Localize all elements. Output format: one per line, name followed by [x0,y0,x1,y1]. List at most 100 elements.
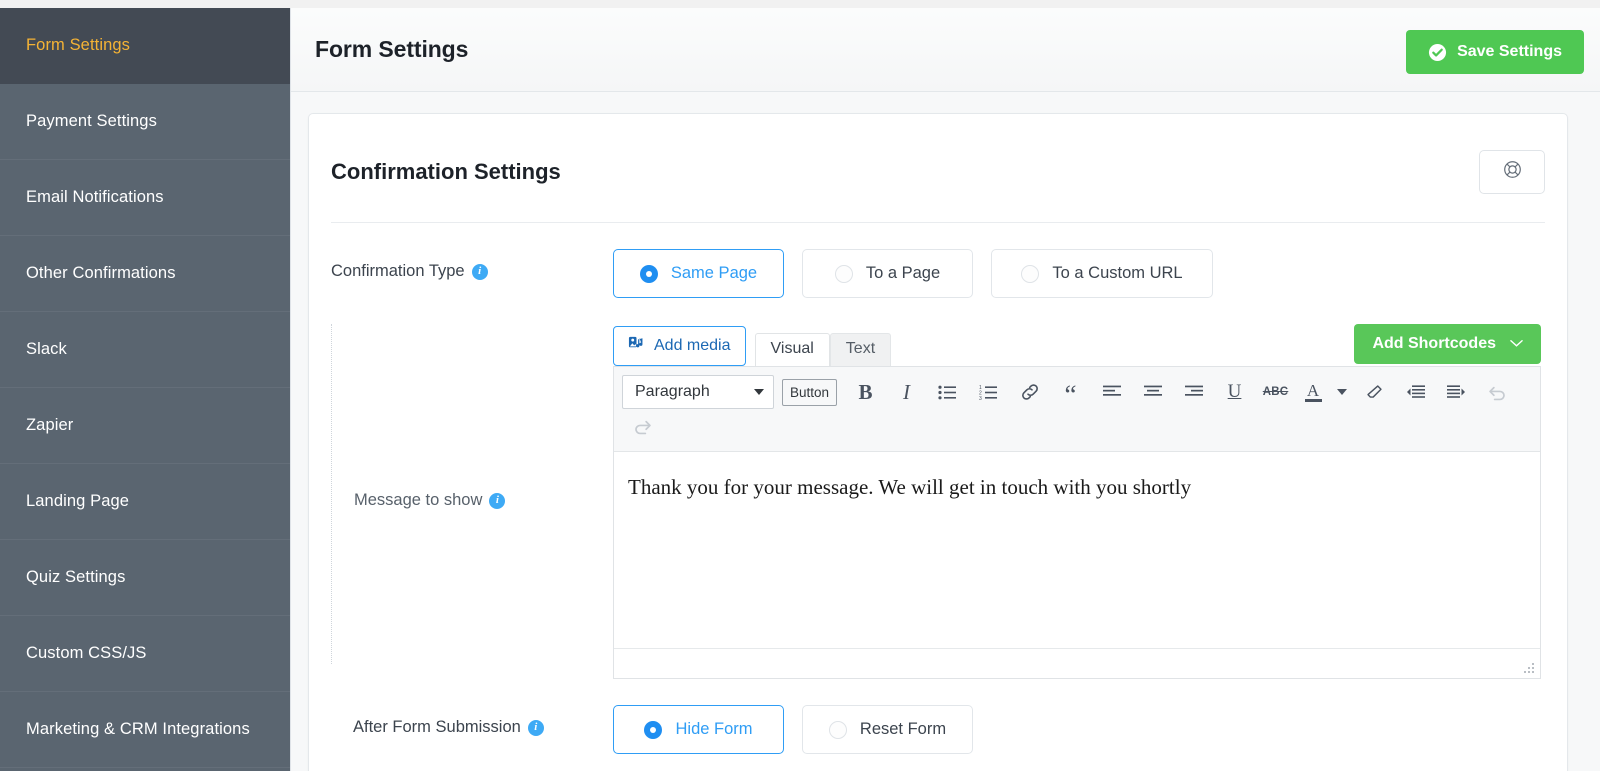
radio-option-label: Hide Form [675,720,752,739]
editor-top-bar: Add media VisualText Add Shortcodes [613,324,1541,366]
sidebar-item-label: Quiz Settings [26,568,125,587]
sidebar-item-label: Form Settings [26,36,130,55]
sidebar-item-label: Marketing & CRM Integrations [26,720,250,739]
sidebar-item-label: Email Notifications [26,188,164,207]
page-title: Form Settings [315,36,468,63]
confirmation-type-label: Confirmation Type [331,262,465,281]
save-settings-button[interactable]: Save Settings [1406,30,1584,74]
align-center-icon[interactable] [1132,376,1173,409]
radio-option-label: Same Page [671,264,757,283]
editor-mode-tabs: VisualText [755,333,892,366]
radio-option-to-a-page[interactable]: To a Page [802,249,973,298]
add-shortcodes-button[interactable]: Add Shortcodes [1354,324,1541,364]
editor-column: Add media VisualText Add Shortcodes [613,324,1545,679]
sidebar-item-landing-page[interactable]: Landing Page [0,464,290,540]
italic-icon[interactable]: I [886,376,927,409]
content-frame: Form Settings Save Settings Confirmation… [290,8,1600,771]
life-ring-icon [1503,160,1522,184]
link-icon[interactable] [1009,376,1050,409]
radio-option-reset-form[interactable]: Reset Form [802,705,973,754]
message-to-show-label-wrap: Message to show i [331,324,613,664]
sidebar-item-label: Landing Page [26,492,129,511]
undo-icon[interactable] [1477,376,1518,409]
radio-indicator [1021,265,1039,283]
svg-text:3: 3 [979,396,982,400]
sidebar-item-label: Slack [26,340,67,359]
card-title: Confirmation Settings [331,159,561,185]
bold-icon[interactable]: B [845,376,886,409]
media-icon [628,335,645,357]
confirmation-settings-card: Confirmation Settings [308,113,1568,771]
text-color-icon[interactable]: A [1296,376,1330,409]
confirmation-type-label-wrap: Confirmation Type i [331,249,613,281]
after-form-submission-label-wrap: After Form Submission i [331,705,613,737]
blockquote-icon[interactable]: “ [1050,376,1091,409]
radio-option-to-a-custom-url[interactable]: To a Custom URL [991,249,1213,298]
paragraph-format-select[interactable]: Paragraph [622,375,774,409]
confirmation-type-options: Same Page To a Page To a Custom URL [613,249,1213,298]
message-to-show-label: Message to show [354,491,482,510]
underline-icon[interactable]: U [1214,376,1255,409]
confirmation-type-row: Confirmation Type i Same Page To a Page To… [331,223,1545,298]
tab-visual[interactable]: Visual [755,333,830,366]
indent-icon[interactable] [1436,376,1477,409]
app-root: Form Settings Payment Settings Email Notif… [0,0,1600,771]
sidebar-item-form-settings[interactable]: Form Settings [0,8,290,84]
editor-footer [614,648,1540,678]
rich-text-editor: Paragraph Button B I [613,366,1541,679]
numbered-list-icon[interactable]: 1 2 3 [968,376,1009,409]
outdent-icon[interactable] [1395,376,1436,409]
chevron-down-icon [754,389,764,395]
topbar: Form Settings Save Settings [291,8,1600,92]
align-right-icon[interactable] [1173,376,1214,409]
sidebar-item-label: Custom CSS/JS [26,644,147,663]
after-form-submission-options: Hide Form Reset Form [613,705,973,754]
clear-formatting-icon[interactable] [1354,376,1395,409]
settings-sidebar: Form Settings Payment Settings Email Notif… [0,8,290,771]
align-left-icon[interactable] [1091,376,1132,409]
after-form-submission-row: After Form Submission i Hide Form Reset F… [331,679,1545,754]
info-icon[interactable]: i [528,720,544,736]
add-media-label: Add media [654,337,731,355]
tab-text[interactable]: Text [830,333,891,366]
redo-icon[interactable] [622,409,663,442]
strikethrough-icon[interactable]: ABC [1255,376,1296,409]
radio-option-hide-form[interactable]: Hide Form [613,705,784,754]
main-area: Form Settings Save Settings Confirmation… [290,0,1600,771]
editor-resize-handle[interactable] [1523,662,1535,674]
bulleted-list-icon[interactable] [927,376,968,409]
after-form-submission-label: After Form Submission [353,718,521,737]
insert-button-label: Button [790,385,829,400]
chevron-down-icon [1510,335,1523,353]
card-header: Confirmation Settings [331,114,1545,223]
sidebar-item-label: Zapier [26,416,73,435]
help-button[interactable] [1479,150,1545,194]
save-settings-label: Save Settings [1457,43,1562,61]
text-color-dropdown-icon[interactable] [1330,376,1354,409]
sidebar-item-other-confirmations[interactable]: Other Confirmations [0,236,290,312]
add-media-button[interactable]: Add media [613,326,746,366]
sidebar-item-slack[interactable]: Slack [0,312,290,388]
editor-content[interactable]: Thank you for your message. We will get … [614,452,1540,648]
radio-option-same-page[interactable]: Same Page [613,249,784,298]
check-circle-icon [1428,43,1447,62]
radio-option-label: To a Page [866,264,940,283]
sidebar-item-zapier[interactable]: Zapier [0,388,290,464]
add-shortcodes-label: Add Shortcodes [1372,335,1496,353]
paragraph-format-value: Paragraph [635,383,710,401]
sidebar-item-label: Payment Settings [26,112,157,131]
radio-indicator [644,721,662,739]
sidebar-item-custom-css-js[interactable]: Custom CSS/JS [0,616,290,692]
sidebar-item-quiz-settings[interactable]: Quiz Settings [0,540,290,616]
sidebar-item-marketing-crm-integrations[interactable]: Marketing & CRM Integrations [0,692,290,768]
sidebar-item-email-notifications[interactable]: Email Notifications [0,160,290,236]
sidebar-item-payment-settings[interactable]: Payment Settings [0,84,290,160]
radio-option-label: To a Custom URL [1052,264,1182,283]
radio-indicator [829,721,847,739]
info-icon[interactable]: i [489,493,505,509]
radio-option-label: Reset Form [860,720,946,739]
info-icon[interactable]: i [472,264,488,280]
radio-indicator [835,265,853,283]
radio-indicator [640,265,658,283]
insert-button-shortcode-button[interactable]: Button [782,379,837,406]
